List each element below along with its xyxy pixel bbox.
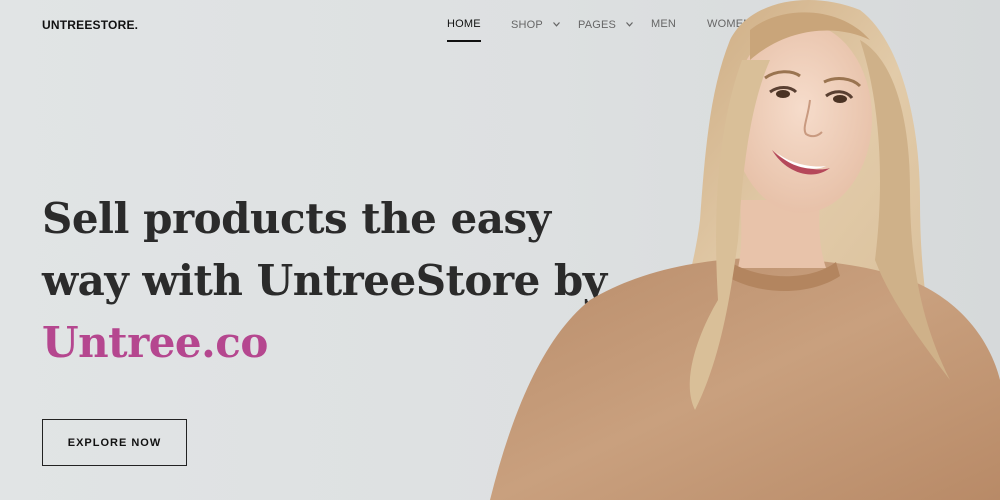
nav-home[interactable]: HOME <box>447 18 481 42</box>
nav-home-label: HOME <box>447 18 481 30</box>
logo-text: UNTREESTORE <box>42 18 135 32</box>
logo-dot: . <box>134 18 139 32</box>
hero-model-image <box>490 0 1000 500</box>
site-logo[interactable]: UNTREESTORE. <box>42 18 138 32</box>
explore-now-button[interactable]: EXPLORE NOW <box>42 419 187 466</box>
